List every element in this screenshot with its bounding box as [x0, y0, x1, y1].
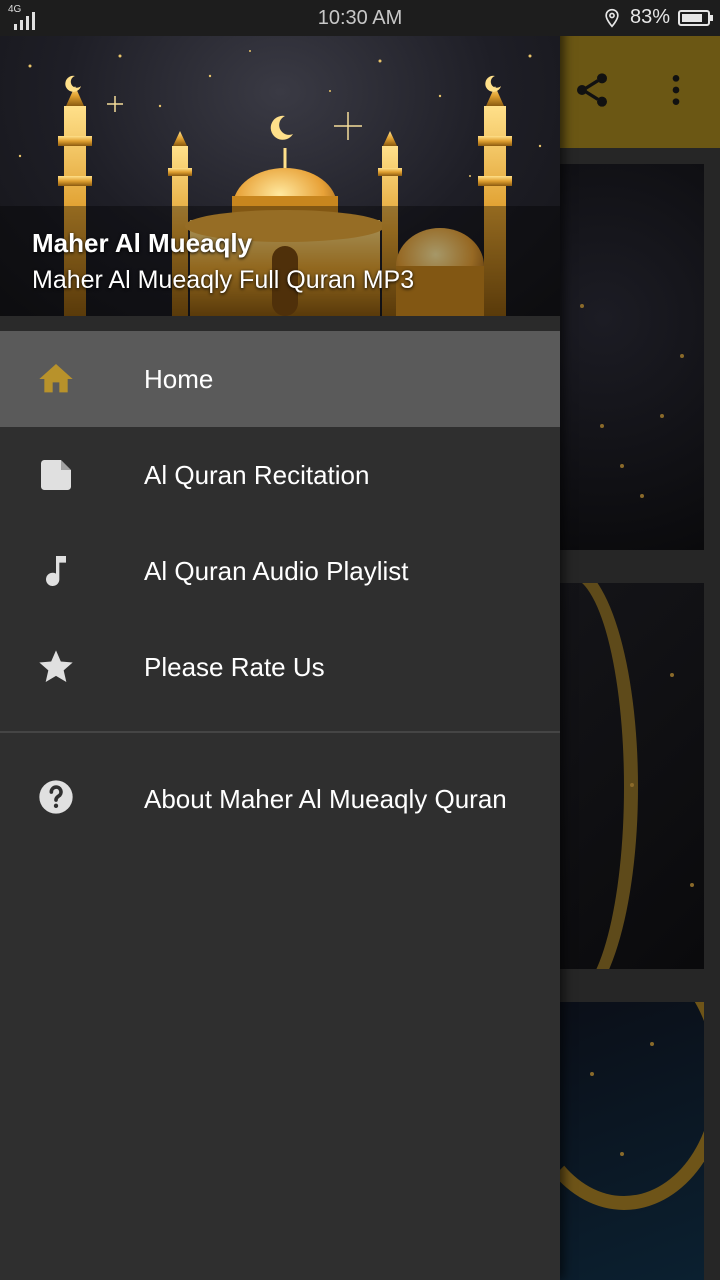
navigation-drawer: Maher Al Mueaqly Maher Al Mueaqly Full Q…	[0, 0, 560, 1280]
drawer-item-label: Please Rate Us	[144, 651, 325, 682]
drawer-item-rate-us[interactable]: Please Rate Us	[0, 619, 560, 715]
share-button[interactable]	[560, 58, 624, 122]
drawer-subtitle: Maher Al Mueaqly Full Quran MP3	[32, 266, 415, 294]
share-icon	[577, 73, 607, 107]
battery-fill	[682, 13, 702, 22]
battery-percent: 83%	[629, 6, 670, 28]
status-bar: 4G 10:30 AM 83%	[0, 0, 720, 36]
music-note-icon	[36, 551, 76, 591]
drawer-item-label: About Maher Al Mueaqly Quran	[144, 783, 507, 814]
note-icon	[36, 455, 76, 495]
location-icon	[605, 8, 619, 28]
battery-icon	[678, 9, 713, 26]
drawer-item-recitation[interactable]: Al Quran Recitation	[0, 427, 560, 523]
content-card[interactable]	[560, 164, 704, 550]
star-icon	[36, 647, 76, 687]
drawer-item-audio-playlist[interactable]: Al Quran Audio Playlist	[0, 523, 560, 619]
drawer-item-label: Al Quran Recitation	[144, 459, 370, 490]
drawer-item-home[interactable]: Home	[0, 331, 560, 427]
drawer-title: Maher Al Mueaqly	[32, 228, 253, 258]
content-card[interactable]	[560, 583, 704, 969]
more-vert-icon	[672, 75, 680, 105]
drawer-divider	[0, 731, 560, 733]
content-card[interactable]	[560, 1002, 704, 1280]
drawer-header: Maher Al Mueaqly Maher Al Mueaqly Full Q…	[0, 36, 560, 316]
home-icon	[36, 359, 76, 399]
help-icon	[36, 777, 76, 817]
drawer-item-label: Home	[144, 363, 214, 394]
header-spacer	[0, 316, 560, 331]
more-options-button[interactable]	[644, 58, 708, 122]
drawer-menu: Home Al Quran Recitation Al Quran Audio …	[0, 331, 560, 849]
drawer-item-about[interactable]: About Maher Al Mueaqly Quran	[0, 749, 560, 849]
drawer-item-label: Al Quran Audio Playlist	[144, 555, 409, 586]
